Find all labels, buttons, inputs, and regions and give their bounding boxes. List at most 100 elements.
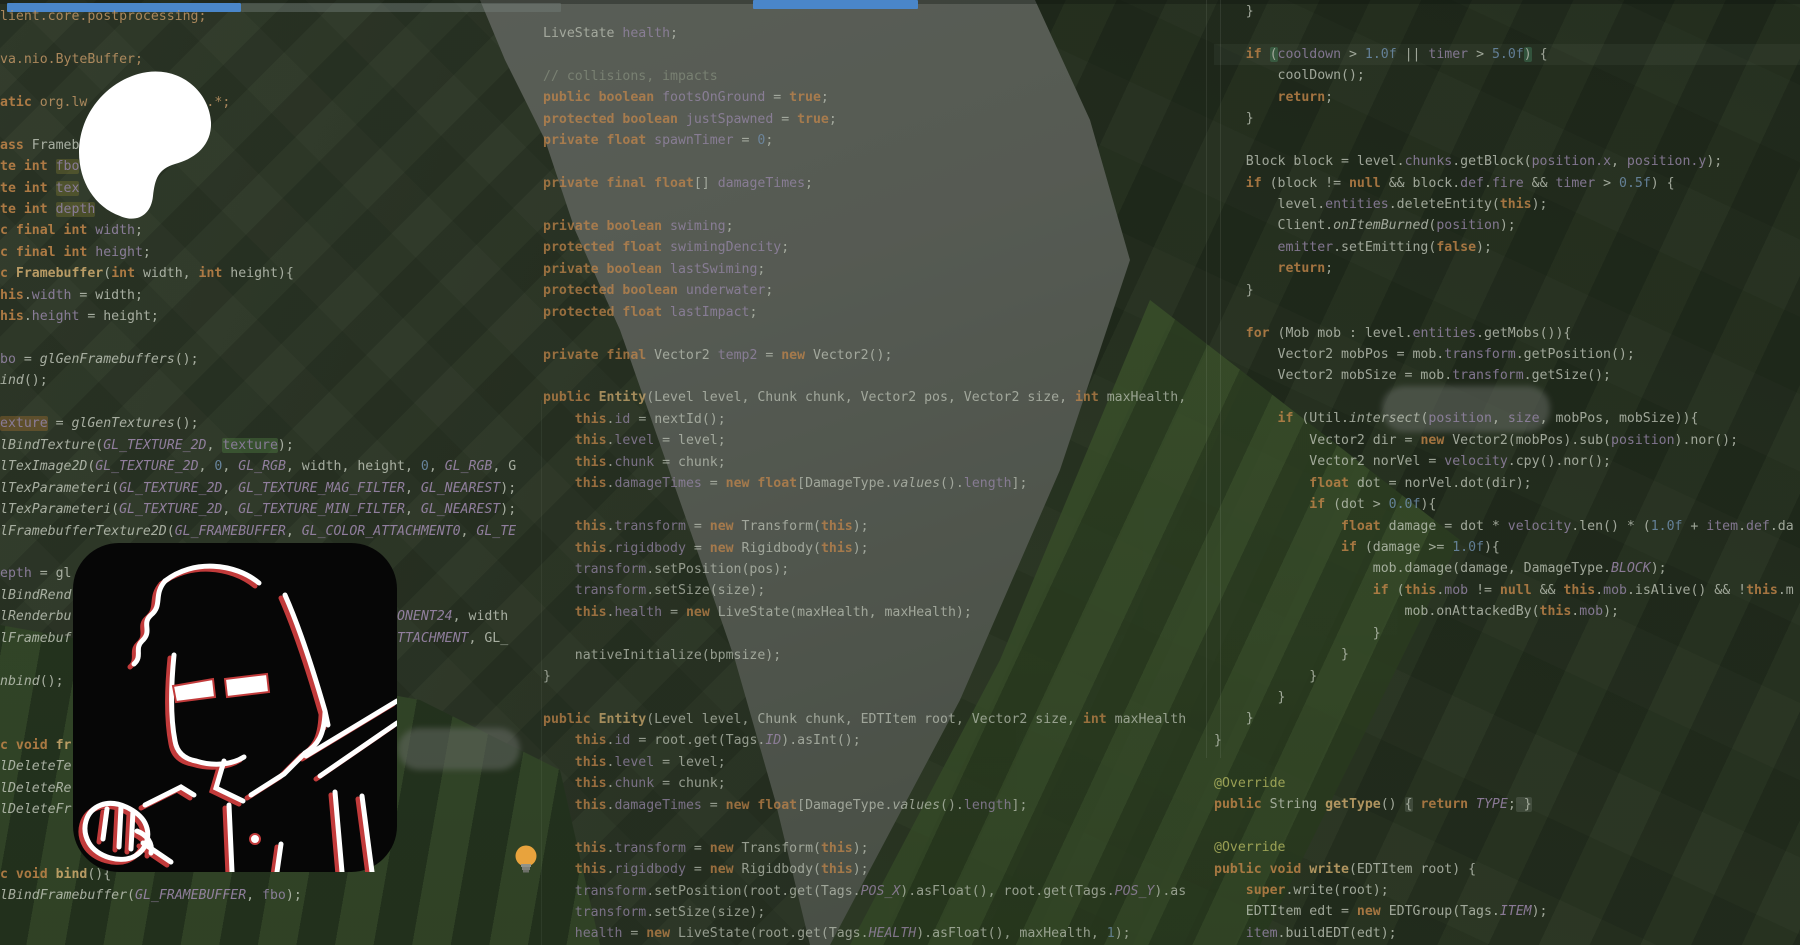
code-line xyxy=(543,44,1205,65)
code-line xyxy=(1214,301,1800,322)
code-line xyxy=(543,688,1205,709)
code-line: health = new LiveState(root.get(Tags.HEA… xyxy=(543,923,1205,944)
indent-guide xyxy=(1206,0,1207,758)
code-line: } xyxy=(1214,1,1800,22)
code-line: bo = glGenFramebuffers(); xyxy=(0,349,536,370)
code-line: va.nio.ByteBuffer; xyxy=(0,49,536,70)
code-line: if (cooldown > 1.0f || timer > 5.0f) { xyxy=(1214,44,1800,65)
code-line: public String getType() { return TYPE; } xyxy=(1214,794,1800,815)
code-line: this.id = nextId(); xyxy=(543,409,1205,430)
code-line: float damage = dot * velocity.len() * (1… xyxy=(1214,516,1800,537)
code-line: transform.setSize(size); xyxy=(543,902,1205,923)
code-line xyxy=(1214,751,1800,772)
code-line: mob.onAttackedBy(this.mob); xyxy=(1214,601,1800,622)
code-line: private final float[] damageTimes; xyxy=(543,173,1205,194)
code-line: return; xyxy=(1214,258,1800,279)
code-line xyxy=(0,27,536,48)
code-line xyxy=(1214,816,1800,837)
code-line: protected boolean underwater; xyxy=(543,280,1205,301)
code-line: @Override xyxy=(1214,837,1800,858)
code-line xyxy=(543,195,1205,216)
code-line: this.level = level; xyxy=(543,430,1205,451)
code-line: } xyxy=(1214,730,1800,751)
code-line: private final Vector2 temp2 = new Vector… xyxy=(543,345,1205,366)
code-line: } xyxy=(1214,666,1800,687)
code-line xyxy=(543,152,1205,173)
code-line xyxy=(1214,22,1800,43)
code-line xyxy=(0,392,536,413)
code-line: public Entity(Level level, Chunk chunk, … xyxy=(543,387,1205,408)
indent-guide xyxy=(541,400,542,945)
code-line: private boolean lastSwiming; xyxy=(543,259,1205,280)
code-line: this.transform = new Transform(this); xyxy=(543,838,1205,859)
code-line: transform.setSize(size); xyxy=(543,580,1205,601)
code-line: lient.core.postprocessing; xyxy=(0,6,536,27)
code-line: Vector2 dir = new Vector2(mobPos).sub(po… xyxy=(1214,430,1800,451)
code-line: lTexParameteri(GL_TEXTURE_2D, GL_TEXTURE… xyxy=(0,499,536,520)
code-line: protected float swimingDencity; xyxy=(543,237,1205,258)
code-line: } xyxy=(1214,708,1800,729)
code-line: nativeInitialize(bpmsize); xyxy=(543,645,1205,666)
code-line: EDTItem edt = new EDTGroup(Tags.ITEM); xyxy=(1214,901,1800,922)
code-line: this.rigidbody = new Rigidbody(this); xyxy=(543,859,1205,880)
code-line: item.buildEDT(edt); xyxy=(1214,923,1800,944)
code-line: // collisions, impacts xyxy=(543,66,1205,87)
code-line: if (block != null && block.def.fire && t… xyxy=(1214,173,1800,194)
code-line: coolDown(); xyxy=(1214,65,1800,86)
code-line: Block block = level.chunks.getBlock(posi… xyxy=(1214,151,1800,172)
code-line xyxy=(543,623,1205,644)
code-line: c Framebuffer(int width, int height){ xyxy=(0,263,536,284)
code-line: public boolean footsOnGround = true; xyxy=(543,87,1205,108)
code-line: } xyxy=(1214,280,1800,301)
code-line: this.transform = new Transform(this); xyxy=(543,516,1205,537)
code-line: for (Mob mob : level.entities.getMobs())… xyxy=(1214,323,1800,344)
code-line xyxy=(543,366,1205,387)
code-line: float dot = norVel.dot(dir); xyxy=(1214,473,1800,494)
code-line: c final int width; xyxy=(0,220,536,241)
code-line: c final int height; xyxy=(0,242,536,263)
code-line xyxy=(543,323,1205,344)
code-line: } xyxy=(543,666,1205,687)
code-line xyxy=(0,328,536,349)
quickfix-lightbulb-icon[interactable] xyxy=(512,844,540,878)
code-line: if (damage >= 1.0f){ xyxy=(1214,537,1800,558)
code-line: his.width = width; xyxy=(0,285,536,306)
scroll-indicator-middle[interactable] xyxy=(753,0,918,9)
code-line: this.level = level; xyxy=(543,752,1205,773)
code-line: exture = glGenTextures(); xyxy=(0,413,536,434)
code-line: Vector2 mobPos = mob.transform.getPositi… xyxy=(1214,344,1800,365)
code-line: mob.damage(damage, DamageType.BLOCK); xyxy=(1214,558,1800,579)
code-line: lTexParameteri(GL_TEXTURE_2D, GL_TEXTURE… xyxy=(0,478,536,499)
code-line: protected float lastImpact; xyxy=(543,302,1205,323)
code-line: level.entities.deleteEntity(this); xyxy=(1214,194,1800,215)
code-line: Vector2 mobSize = mob.transform.getSize(… xyxy=(1214,365,1800,386)
code-line: protected boolean justSpawned = true; xyxy=(543,109,1205,130)
code-line: if (Util.intersect(position, size, mobPo… xyxy=(1214,408,1800,429)
code-line: Client.onItemBurned(position); xyxy=(1214,215,1800,236)
code-line: } xyxy=(1214,108,1800,129)
webcam-avatar xyxy=(73,543,397,872)
code-line: emitter.setEmitting(false); xyxy=(1214,237,1800,258)
code-line: } xyxy=(1214,687,1800,708)
code-line: this.health = new LiveState(maxHealth, m… xyxy=(543,602,1205,623)
logo-blob xyxy=(76,70,216,220)
code-line xyxy=(1214,130,1800,151)
code-line: } xyxy=(1214,644,1800,665)
code-line: if (dot > 0.0f){ xyxy=(1214,494,1800,515)
code-line: private boolean swiming; xyxy=(543,216,1205,237)
code-pane-mid[interactable]: LiveState health;// collisions, impactsp… xyxy=(543,23,1205,945)
code-line: Vector2 norVel = velocity.cpy().nor(); xyxy=(1214,451,1800,472)
code-line: @Override xyxy=(1214,773,1800,794)
code-line xyxy=(1214,387,1800,408)
code-line: this.damageTimes = new float[DamageType.… xyxy=(543,795,1205,816)
code-line: this.chunk = chunk; xyxy=(543,452,1205,473)
code-line: lBindFramebuffer(GL_FRAMEBUFFER, fbo); xyxy=(0,885,536,906)
code-pane-right[interactable]: } if (cooldown > 1.0f || timer > 5.0f) {… xyxy=(1214,1,1800,945)
code-line xyxy=(543,816,1205,837)
code-line: this.damageTimes = new float[DamageType.… xyxy=(543,473,1205,494)
code-line: transform.setPosition(root.get(Tags.POS_… xyxy=(543,881,1205,902)
code-line: lTexImage2D(GL_TEXTURE_2D, 0, GL_RGB, wi… xyxy=(0,456,536,477)
code-line: his.height = height; xyxy=(0,306,536,327)
code-line: lBindTexture(GL_TEXTURE_2D, texture); xyxy=(0,435,536,456)
code-line: public void write(EDTItem root) { xyxy=(1214,859,1800,880)
